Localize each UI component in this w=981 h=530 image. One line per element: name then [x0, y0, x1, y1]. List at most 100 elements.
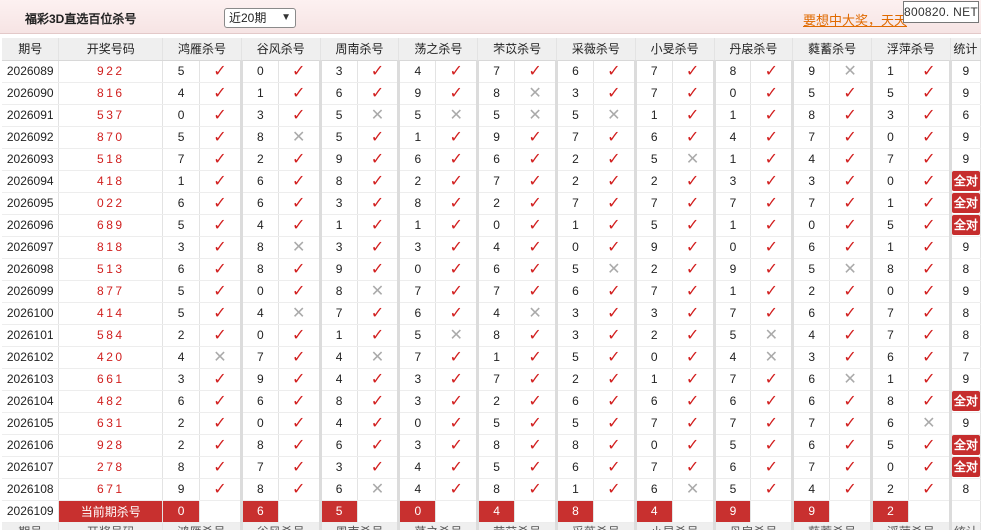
- result-cell: ✓: [514, 412, 557, 435]
- kill-number-cell: 2: [633, 258, 673, 281]
- current-kill-number: 0: [397, 500, 437, 523]
- draw-number-cell: 689: [58, 214, 164, 237]
- kill-number-cell: 6: [633, 478, 673, 501]
- kill-number-cell: 3: [318, 456, 358, 479]
- kill-number-cell: 5: [554, 412, 594, 435]
- method-header[interactable]: 采薇杀号: [556, 38, 636, 61]
- check-icon: ✓: [449, 129, 463, 146]
- result-cell: ✕: [357, 280, 400, 303]
- check-icon: ✓: [449, 195, 463, 212]
- check-icon: ✓: [764, 415, 779, 432]
- issue-header[interactable]: 期号: [2, 38, 60, 61]
- period-select[interactable]: 近20期 ▼: [224, 8, 296, 28]
- check-icon: ✓: [685, 415, 700, 432]
- result-cell: ✕: [435, 104, 479, 127]
- kill-number-cell: 6: [397, 148, 437, 171]
- method-header[interactable]: 小旻杀号: [635, 38, 715, 61]
- result-cell: ✓: [672, 126, 715, 149]
- result-cell: ✓: [750, 148, 794, 171]
- method-header[interactable]: 周南杀号: [320, 38, 400, 61]
- kill-number-cell: 6: [633, 390, 673, 413]
- stat-cell: 9: [948, 368, 981, 391]
- stats-header[interactable]: 统计: [950, 38, 981, 61]
- check-icon: ✓: [370, 217, 385, 234]
- draw-number-cell: 661: [58, 368, 164, 391]
- result-cell: ✓: [514, 368, 557, 391]
- check-icon: ✓: [213, 481, 227, 498]
- check-icon: ✓: [449, 63, 463, 80]
- kill-number-cell: 5: [162, 60, 201, 83]
- check-icon: ✓: [685, 129, 700, 146]
- kill-number-cell: 9: [633, 236, 673, 259]
- check-icon: ✓: [685, 283, 700, 300]
- result-cell: ✕: [908, 412, 951, 435]
- kill-number-cell: 5: [162, 126, 201, 149]
- check-icon: ✓: [685, 85, 700, 102]
- result-cell: ✓: [278, 434, 321, 457]
- result-cell: ✓: [672, 368, 715, 391]
- current-result-cell: [514, 500, 557, 523]
- cross-icon: ✕: [528, 305, 542, 322]
- kill-number-cell: 0: [791, 214, 831, 237]
- check-icon: ✓: [922, 261, 936, 278]
- kill-number-cell: 6: [791, 434, 831, 457]
- result-cell: ✓: [750, 434, 794, 457]
- cross-icon: ✕: [685, 151, 700, 168]
- result-cell: ✓: [672, 82, 715, 105]
- result-cell: ✓: [593, 214, 636, 237]
- kill-number-cell: 4: [239, 214, 279, 237]
- result-cell: ✓: [199, 192, 242, 215]
- table-row: 2026098 513 6 ✓ 8 ✓ 9 ✓ 0 ✓ 6 ✓ 5 ✕ 2 ✓ 9 ✓ 5 ✕ 8 ✓ 8: [2, 258, 981, 281]
- result-cell: ✓: [672, 60, 715, 83]
- result-cell: ✓: [908, 302, 951, 325]
- kill-number-cell: 1: [318, 324, 358, 347]
- check-icon: ✓: [764, 107, 779, 124]
- result-cell: ✕: [750, 346, 794, 369]
- kill-number-cell: 8: [870, 390, 909, 413]
- stat-cell: 8: [948, 478, 981, 501]
- cross-icon: ✕: [843, 371, 857, 388]
- result-cell: ✓: [829, 434, 873, 457]
- draw-header[interactable]: 开奖号码: [58, 38, 164, 61]
- method-header[interactable]: 蕤蓄杀号: [792, 38, 873, 61]
- method-header[interactable]: 谷风杀号: [241, 38, 321, 61]
- cross-icon: ✕: [607, 107, 621, 124]
- check-icon: ✓: [685, 195, 700, 212]
- issue-cell: 2026106: [2, 434, 60, 457]
- method-header[interactable]: 丹扆杀号: [714, 38, 794, 61]
- all-correct-badge: 全对: [951, 171, 980, 191]
- table-row: 2026103 661 3 ✓ 9 ✓ 4 ✓ 3 ✓ 7 ✓ 2 ✓ 1 ✓ 7 ✓ 6 ✕ 1 ✓ 9: [2, 368, 981, 391]
- check-icon: ✓: [213, 151, 227, 168]
- result-cell: ✓: [199, 324, 242, 347]
- method-header[interactable]: 芣苡杀号: [477, 38, 557, 61]
- draw-number-cell: 518: [58, 148, 164, 171]
- check-icon: ✓: [685, 327, 700, 344]
- check-icon: ✓: [292, 151, 306, 168]
- method-header[interactable]: 鸿雁杀号: [162, 38, 242, 61]
- method-header[interactable]: 浮萍杀号: [871, 38, 951, 61]
- kill-number-cell: 3: [162, 368, 201, 391]
- result-cell: ✓: [593, 390, 636, 413]
- kill-number-cell: 4: [162, 346, 201, 369]
- kill-number-cell: 2: [397, 170, 437, 193]
- table-header: 期号 开奖号码 鸿雁杀号 谷风杀号 周南杀号 荡之杀号 芣苡杀号 采薇杀号 小旻杀号 丹扆杀号…: [2, 38, 981, 61]
- kill-number-cell: 1: [712, 214, 752, 237]
- result-cell: ✓: [199, 148, 242, 171]
- check-icon: ✓: [370, 63, 385, 80]
- result-cell: ✕: [199, 346, 242, 369]
- kill-number-cell: 8: [239, 478, 279, 501]
- kill-number-cell: 7: [712, 412, 752, 435]
- result-cell: ✓: [514, 126, 557, 149]
- check-icon: ✓: [449, 481, 463, 498]
- kill-number-cell: 2: [554, 148, 594, 171]
- promo-link[interactable]: 要想中大奖，天天: [803, 10, 907, 29]
- check-icon: ✓: [764, 217, 779, 234]
- site-watermark: 800820. NET: [903, 1, 979, 23]
- check-icon: ✓: [370, 305, 385, 322]
- check-icon: ✓: [528, 195, 542, 212]
- result-cell: ✓: [750, 236, 794, 259]
- kill-number-cell: 4: [791, 324, 831, 347]
- kill-number-cell: 6: [239, 192, 279, 215]
- method-header[interactable]: 荡之杀号: [398, 38, 479, 61]
- check-icon: ✓: [370, 393, 385, 410]
